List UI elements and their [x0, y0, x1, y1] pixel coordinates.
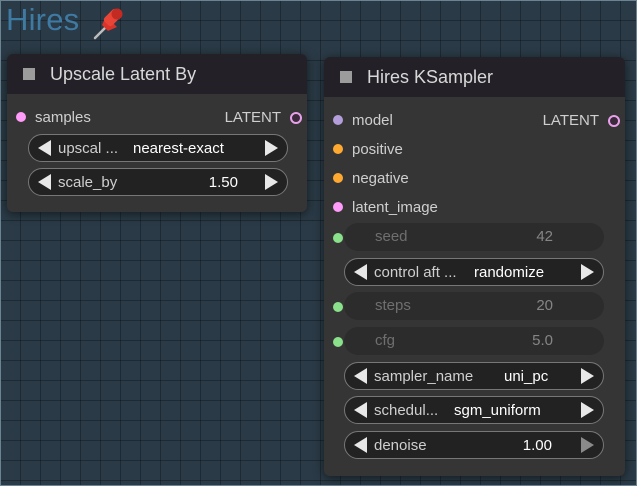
decrement-arrow-icon[interactable]: [38, 174, 51, 190]
seed-input-slot[interactable]: [333, 233, 343, 243]
increment-arrow-icon[interactable]: [581, 437, 594, 453]
upscale-method-combo[interactable]: upscal ... nearest-exact: [28, 134, 288, 162]
decrement-arrow-icon[interactable]: [354, 402, 367, 418]
node-title: Upscale Latent By: [50, 64, 197, 84]
latent-output-label: LATENT: [542, 112, 599, 129]
increment-arrow-icon[interactable]: [265, 140, 278, 156]
negative-input-slot[interactable]: [333, 173, 343, 183]
widget-value: randomize: [474, 264, 545, 281]
steps-widget: steps 20: [344, 292, 604, 320]
widget-value: 42: [536, 228, 553, 245]
decrement-arrow-icon[interactable]: [354, 437, 367, 453]
node-title: Hires KSampler: [367, 67, 494, 87]
seed-widget: seed 42: [344, 223, 604, 251]
widget-label: cfg: [375, 332, 396, 349]
increment-arrow-icon[interactable]: [581, 368, 594, 384]
widget-value: sgm_uniform: [454, 402, 541, 419]
collapse-toggle[interactable]: [23, 68, 35, 80]
widget-label: upscal ...: [58, 140, 119, 157]
node-header[interactable]: Upscale Latent By: [7, 54, 307, 94]
latent-image-input-label: latent_image: [352, 199, 438, 216]
widget-value: 5.0: [532, 332, 553, 349]
collapse-toggle[interactable]: [340, 71, 352, 83]
scheduler-combo[interactable]: schedul... sgm_uniform: [344, 396, 604, 424]
widget-label: seed: [375, 228, 408, 245]
denoise-widget[interactable]: denoise 1.00: [344, 431, 604, 459]
decrement-arrow-icon[interactable]: [354, 368, 367, 384]
model-input-label: model: [352, 112, 393, 129]
sampler-name-combo[interactable]: sampler_name uni_pc: [344, 362, 604, 390]
decrement-arrow-icon[interactable]: [38, 140, 51, 156]
widget-value: 1.00: [522, 437, 552, 454]
widget-value: nearest-exact: [133, 140, 224, 157]
positive-input-label: positive: [352, 141, 403, 158]
increment-arrow-icon[interactable]: [265, 174, 278, 190]
widget-label: denoise: [374, 437, 427, 454]
steps-input-slot[interactable]: [333, 302, 343, 312]
latent-output-slot[interactable]: [608, 115, 620, 127]
control-after-generate-combo[interactable]: control aft ... randomize: [344, 258, 604, 286]
group-title[interactable]: Hires: [6, 2, 79, 38]
model-input-slot[interactable]: [333, 115, 343, 125]
node-header[interactable]: Hires KSampler: [324, 57, 625, 97]
latent-output-slot[interactable]: [290, 112, 302, 124]
increment-arrow-icon[interactable]: [581, 402, 594, 418]
widget-value: uni_pc: [504, 368, 549, 385]
widget-value: 20: [536, 297, 553, 314]
upscale-latent-by-node[interactable]: Upscale Latent By samples LATENT upscal …: [7, 54, 307, 212]
increment-arrow-icon[interactable]: [581, 264, 594, 280]
cfg-widget: cfg 5.0: [344, 327, 604, 355]
widget-value: 1.50: [208, 174, 238, 191]
cfg-input-slot[interactable]: [333, 337, 343, 347]
widget-label: sampler_name: [374, 368, 474, 385]
samples-input-slot[interactable]: [16, 112, 26, 122]
widget-label: scale_by: [58, 174, 118, 191]
scale-by-widget[interactable]: scale_by 1.50: [28, 168, 288, 196]
decrement-arrow-icon[interactable]: [354, 264, 367, 280]
hires-ksampler-node[interactable]: Hires KSampler model LATENT positive neg…: [324, 57, 625, 476]
widget-label: steps: [375, 297, 411, 314]
pin-icon[interactable]: [90, 5, 128, 43]
positive-input-slot[interactable]: [333, 144, 343, 154]
samples-input-label: samples: [35, 109, 91, 126]
latent-image-input-slot[interactable]: [333, 202, 343, 212]
latent-output-label: LATENT: [224, 109, 281, 126]
widget-label: control aft ...: [374, 264, 457, 281]
negative-input-label: negative: [352, 170, 409, 187]
widget-label: schedul...: [374, 402, 439, 419]
